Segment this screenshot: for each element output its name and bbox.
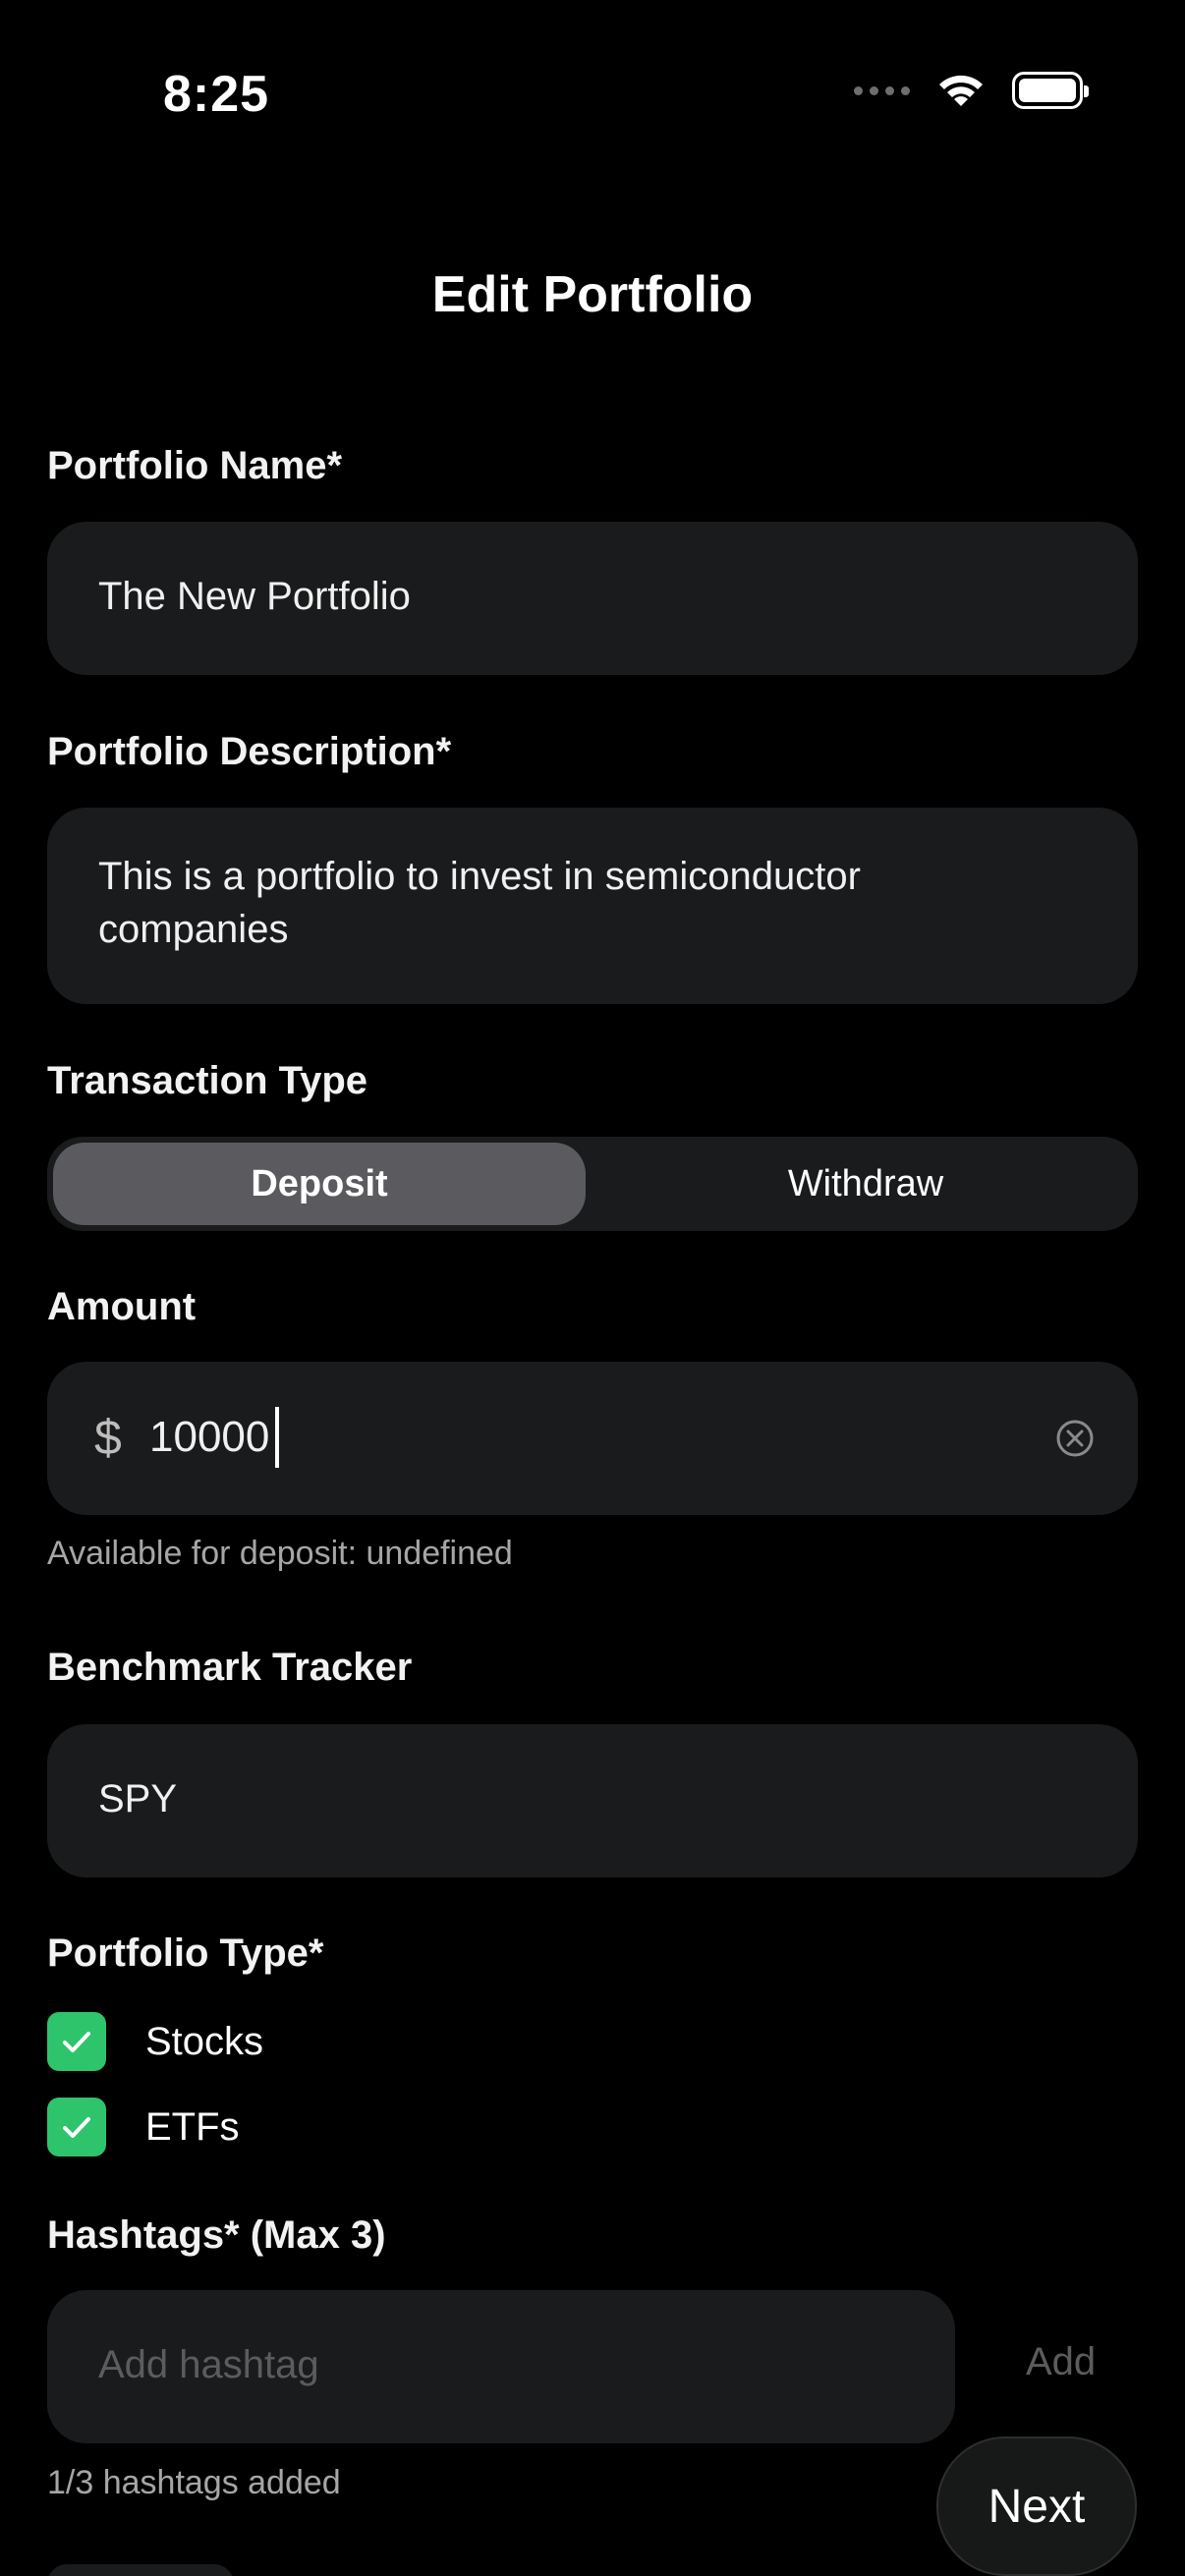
hashtag-placeholder: Add hashtag	[98, 2343, 319, 2386]
portfolio-name-field[interactable]: The New Portfolio	[47, 522, 1138, 675]
hashtag-input[interactable]: Add hashtag	[47, 2290, 955, 2443]
portfolio-name-value: The New Portfolio	[98, 575, 411, 618]
text-cursor	[275, 1407, 279, 1468]
portfolio-description-label: Portfolio Description*	[47, 730, 452, 773]
amount-hint: Available for deposit: undefined	[47, 1535, 513, 1572]
benchmark-field[interactable]: SPY	[47, 1724, 1138, 1877]
hashtags-label: Hashtags* (Max 3)	[47, 2213, 386, 2257]
clear-icon[interactable]	[1055, 1419, 1095, 1458]
status-time: 8:25	[163, 66, 270, 123]
hashtag-count: 1/3 hashtags added	[47, 2464, 341, 2501]
cellular-signal-icon	[854, 85, 910, 95]
battery-icon	[1012, 72, 1089, 109]
deposit-segment[interactable]: Deposit	[53, 1143, 586, 1225]
benchmark-value: SPY	[98, 1777, 178, 1820]
next-button[interactable]: Next	[936, 2436, 1137, 2576]
screen: 8:25 Edit Portfolio Portfolio Name* The …	[0, 0, 1185, 2576]
etfs-checkbox[interactable]	[47, 2098, 106, 2156]
status-icons	[854, 71, 1089, 110]
benchmark-label: Benchmark Tracker	[47, 1646, 413, 1689]
add-hashtag-button[interactable]: Add	[1026, 2340, 1096, 2384]
amount-label: Amount	[47, 1285, 197, 1328]
portfolio-description-line1: This is a portfolio to invest in semicon…	[98, 855, 861, 898]
wifi-icon	[939, 75, 983, 106]
transaction-type-segmented-control: Deposit Withdraw	[47, 1137, 1138, 1231]
etfs-checkbox-row[interactable]: ETFs	[47, 2098, 240, 2156]
portfolio-description-line2: companies	[98, 908, 289, 951]
portfolio-name-label: Portfolio Name*	[47, 444, 343, 487]
stocks-label: Stocks	[145, 2019, 264, 2063]
page-title: Edit Portfolio	[431, 266, 754, 323]
transaction-type-label: Transaction Type	[47, 1059, 368, 1102]
portfolio-description-field[interactable]: This is a portfolio to invest in semicon…	[47, 808, 1138, 1004]
etfs-label: ETFs	[145, 2104, 240, 2149]
amount-field[interactable]: $ 10000	[47, 1362, 1138, 1515]
currency-symbol: $	[94, 1410, 122, 1465]
amount-value: 10000	[149, 1413, 270, 1461]
stocks-checkbox[interactable]	[47, 2012, 106, 2071]
check-icon	[63, 2117, 90, 2138]
portfolio-type-label: Portfolio Type*	[47, 1932, 324, 1975]
hashtag-chip[interactable]	[47, 2564, 234, 2576]
check-icon	[63, 2032, 90, 2052]
stocks-checkbox-row[interactable]: Stocks	[47, 2012, 263, 2071]
withdraw-segment[interactable]: Withdraw	[599, 1143, 1132, 1225]
